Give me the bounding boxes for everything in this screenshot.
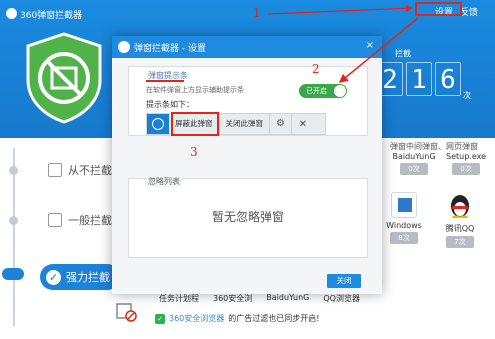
- annotation-arrows: [267, 4, 419, 83]
- annotation-arrow: [267, 4, 414, 15]
- annotation-arrow: [338, 17, 419, 83]
